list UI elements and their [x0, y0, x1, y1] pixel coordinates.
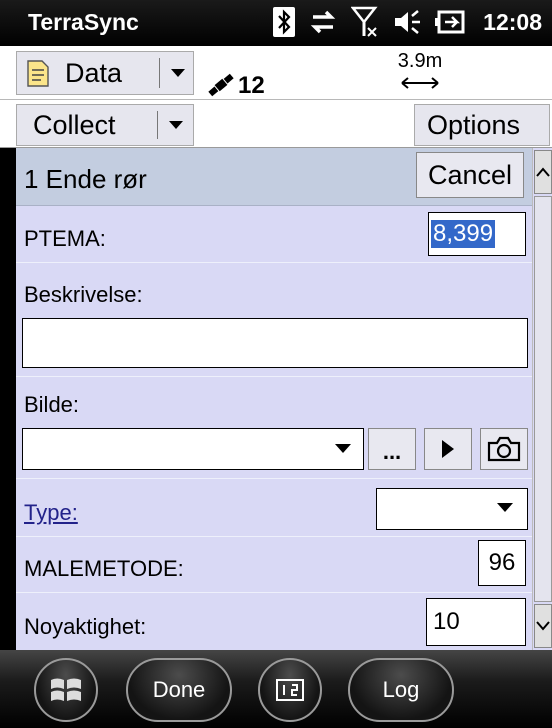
windows-start-icon	[51, 678, 81, 701]
beskrivelse-label: Beskrivelse:	[24, 282, 143, 307]
clock[interactable]: 12:08	[483, 9, 542, 36]
bilde-select[interactable]	[22, 428, 364, 470]
collect-dropdown[interactable]: Collect	[16, 104, 194, 146]
malemetode-label: MALEMETODE:	[24, 556, 184, 581]
feature-form: 1 Ende rør Cancel PTEMA: 8,399 Beskrivel…	[16, 148, 532, 650]
cancel-button[interactable]: Cancel	[416, 152, 524, 198]
noyaktighet-field[interactable]: 10	[426, 598, 526, 646]
keyboard-icon	[276, 679, 304, 701]
log-button[interactable]: Log	[348, 658, 454, 722]
satellite-count: 12	[238, 72, 265, 99]
malemetode-field[interactable]: 96	[478, 540, 526, 586]
options-label: Options	[427, 109, 521, 140]
scroll-thumb[interactable]	[534, 196, 552, 602]
log-label: Log	[382, 677, 420, 702]
malemetode-value: 96	[488, 549, 516, 576]
satellite-icon	[208, 73, 234, 97]
chevron-up-icon	[536, 167, 550, 177]
noyaktighet-label: Noyaktighet:	[24, 614, 147, 639]
row-divider	[16, 262, 532, 263]
camera-icon	[487, 436, 521, 462]
type-label[interactable]: Type:	[24, 500, 78, 526]
bilde-label: Bilde:	[24, 392, 80, 417]
form-scrollbar[interactable]	[532, 148, 552, 650]
status-tray: 12:08	[273, 6, 542, 38]
dropdown-separator	[159, 58, 160, 88]
browse-label: ...	[382, 439, 402, 464]
feature-title: 1 Ende rør	[24, 164, 147, 194]
chevron-down-icon	[536, 621, 550, 631]
satellite-status[interactable]: 12	[206, 58, 265, 100]
distance-value: 3.9m	[397, 50, 443, 72]
ptema-value: 8,399	[431, 220, 496, 248]
chevron-down-icon	[169, 121, 183, 129]
accuracy-readout[interactable]: 3.9m	[388, 50, 452, 96]
row-divider	[16, 376, 532, 377]
scroll-up-button[interactable]	[534, 150, 552, 194]
bottom-bar: Done Log	[0, 650, 552, 728]
camera-button[interactable]	[480, 428, 528, 470]
sync-arrows-icon[interactable]	[309, 7, 337, 37]
volume-icon[interactable]	[393, 7, 421, 37]
chevron-down-icon	[171, 69, 185, 77]
double-arrow-icon	[401, 77, 439, 89]
title-bar: TerraSync 12:08	[0, 0, 552, 46]
ptema-label: PTEMA:	[24, 226, 106, 251]
form-header: 1 Ende rør Cancel	[16, 148, 532, 206]
type-select[interactable]	[376, 488, 528, 530]
chevron-down-icon	[497, 503, 513, 512]
play-button[interactable]	[424, 428, 472, 470]
data-label: Data	[65, 58, 123, 88]
beskrivelse-field[interactable]	[22, 318, 528, 368]
battery-icon[interactable]	[435, 9, 465, 35]
no-signal-icon[interactable]	[351, 6, 379, 38]
dropdown-separator	[157, 111, 158, 139]
done-label: Done	[152, 677, 206, 702]
play-icon	[442, 440, 454, 458]
browse-button[interactable]: ...	[368, 428, 416, 470]
collect-label: Collect	[33, 110, 116, 140]
row-divider	[16, 478, 532, 479]
row-divider	[16, 592, 532, 593]
cancel-label: Cancel	[427, 159, 513, 190]
ptema-field[interactable]: 8,399	[428, 212, 526, 256]
document-icon	[27, 60, 49, 87]
options-menu-button[interactable]: Options	[414, 104, 550, 146]
keyboard-button[interactable]	[258, 658, 322, 722]
noyaktighet-value: 10	[433, 608, 460, 635]
scroll-down-button[interactable]	[534, 604, 552, 648]
bluetooth-icon[interactable]	[273, 7, 296, 37]
app-title: TerraSync	[28, 9, 139, 35]
done-button[interactable]: Done	[126, 658, 232, 722]
row-divider	[16, 536, 532, 537]
start-button[interactable]	[34, 658, 98, 722]
data-dropdown[interactable]: Data	[16, 51, 194, 95]
chevron-down-icon	[335, 444, 351, 453]
